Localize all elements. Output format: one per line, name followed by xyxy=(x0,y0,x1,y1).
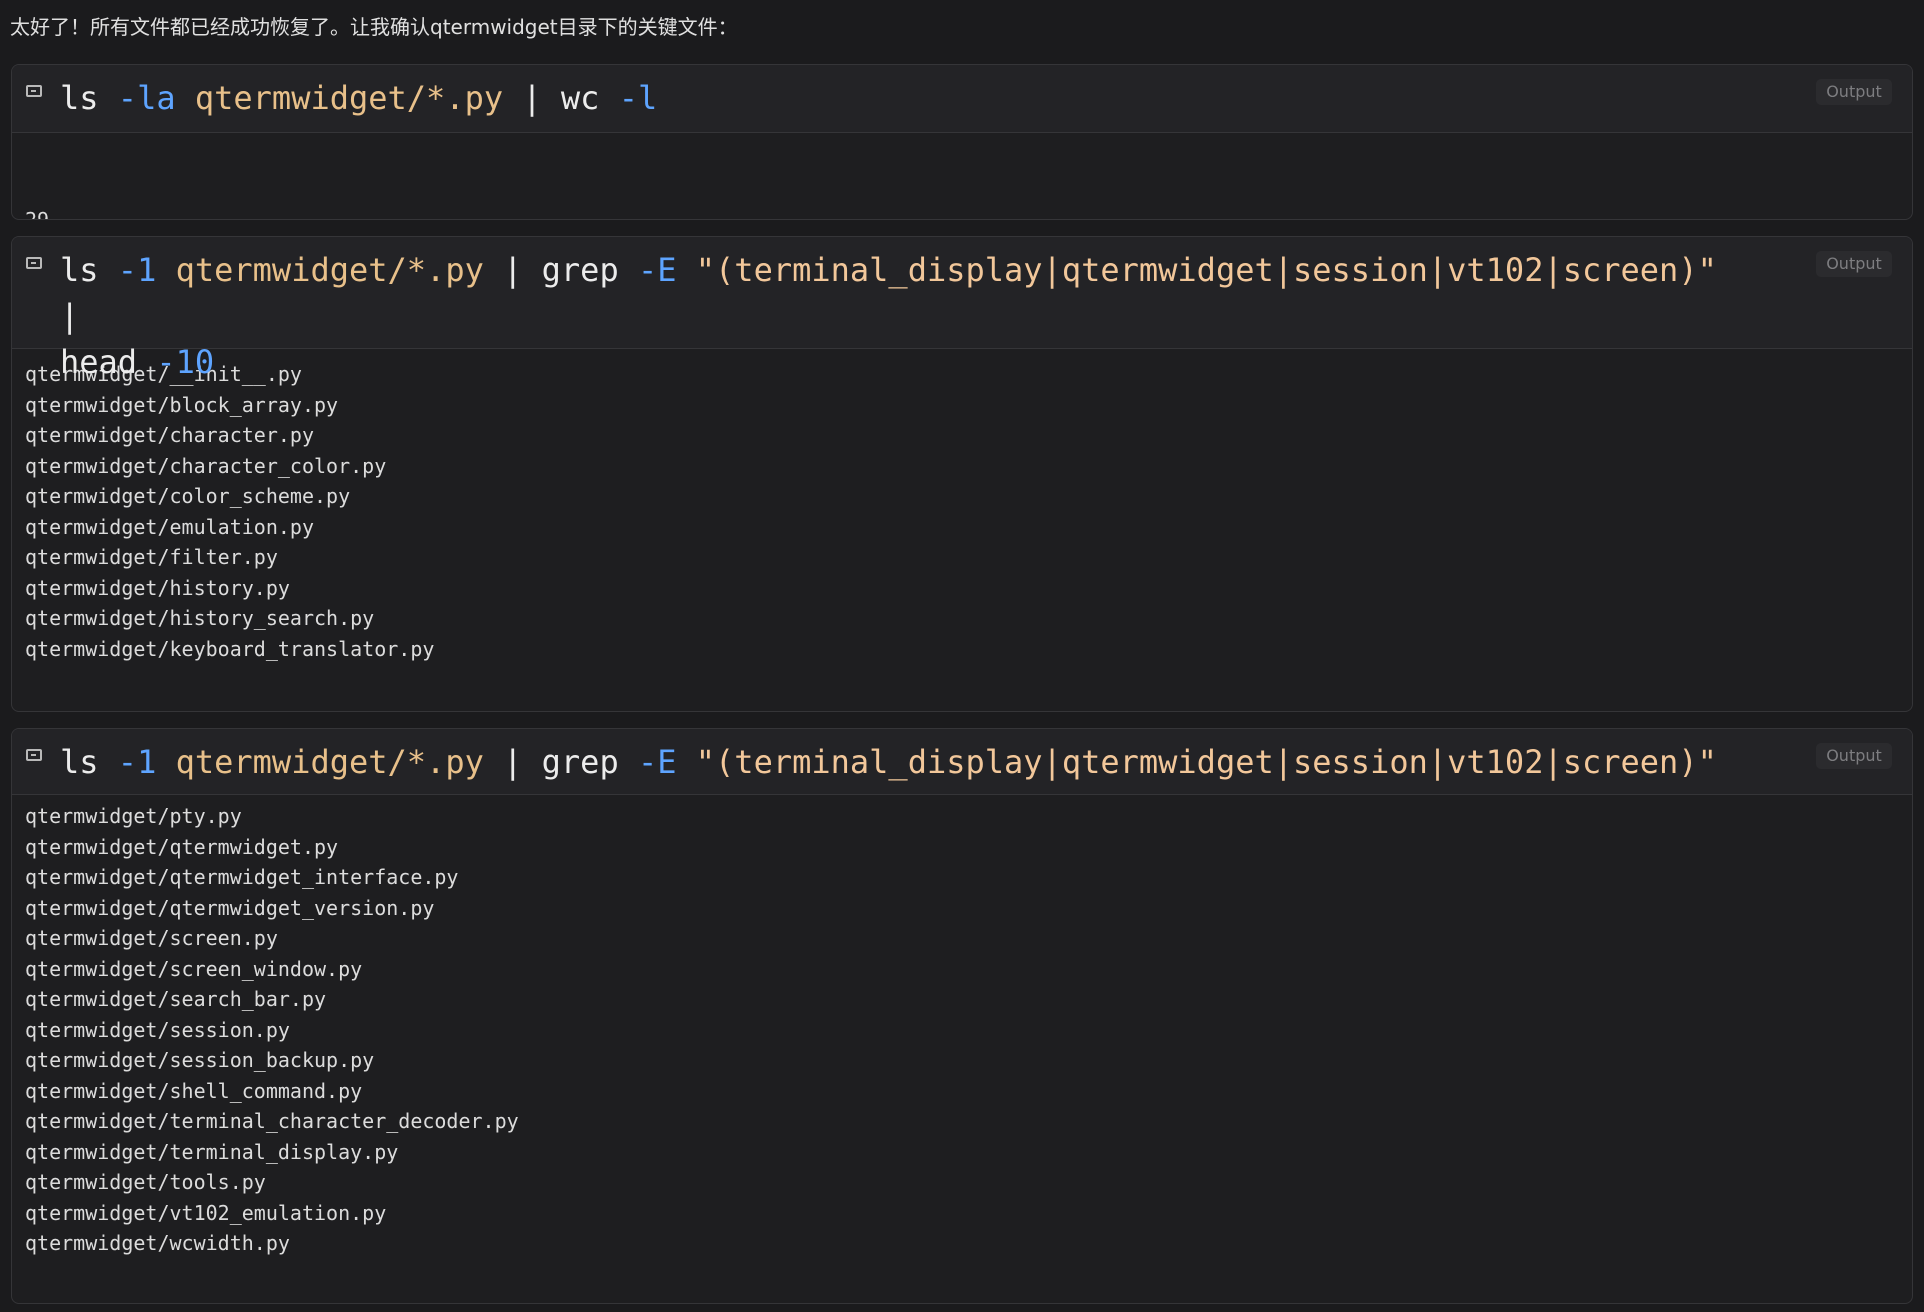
command-token: | xyxy=(503,251,523,289)
command-token: -la xyxy=(117,79,176,117)
output-line: qtermwidget/qtermwidget.py xyxy=(25,834,339,859)
command-token: qtermwidget/*.py xyxy=(175,743,484,781)
terminal-icon xyxy=(26,257,42,269)
command-token: -l xyxy=(618,79,658,117)
command-token: -E xyxy=(637,743,677,781)
output-line: qtermwidget/keyboard_translator.py xyxy=(25,636,435,661)
command-header: ls -la qtermwidget/*.py | wc -l Output xyxy=(12,65,1912,133)
command-token xyxy=(619,743,638,781)
output-line: qtermwidget/shell_command.py xyxy=(25,1078,363,1103)
output-line: qtermwidget/vt102_emulation.py xyxy=(25,1200,387,1225)
output-line: qtermwidget/filter.py xyxy=(25,545,278,569)
command-token xyxy=(522,743,541,781)
output-line: qtermwidget/pty.py xyxy=(25,804,242,828)
command-block-3: ls -1 qtermwidget/*.py | grep -E "(termi… xyxy=(11,728,1913,1304)
command-token xyxy=(484,251,503,289)
command-token: ls xyxy=(60,79,99,117)
output-line: qtermwidget/character.py xyxy=(25,423,314,447)
command-token: | xyxy=(503,743,523,781)
output-line: qtermwidget/tools.py xyxy=(25,1170,266,1194)
output-line: qtermwidget/history_search.py xyxy=(25,606,375,630)
command-token xyxy=(99,743,118,781)
command-token xyxy=(677,743,696,781)
output-line: qtermwidget/screen.py xyxy=(25,926,278,950)
command-token xyxy=(542,79,561,117)
command-token: -10 xyxy=(156,343,215,381)
command-output: qtermwidget/__init__.py qtermwidget/block… xyxy=(12,349,1912,664)
command-token: wc xyxy=(560,79,600,117)
command-token xyxy=(99,251,118,289)
command-token: qtermwidget/*.py xyxy=(175,251,484,289)
command-line[interactable]: ls -la qtermwidget/*.py | wc -l xyxy=(60,75,1742,121)
output-line: qtermwidget/color_scheme.py xyxy=(25,484,351,508)
command-line[interactable]: ls -1 qtermwidget/*.py | grep -E "(termi… xyxy=(60,247,1742,385)
command-token: -1 xyxy=(117,251,157,289)
terminal-icon xyxy=(26,749,42,761)
command-token: | xyxy=(522,79,542,117)
command-token xyxy=(1717,251,1736,289)
command-output: qtermwidget/pty.py qtermwidget/qtermwidge… xyxy=(12,795,1912,1259)
command-token xyxy=(677,251,696,289)
command-token: "(terminal_display|qtermwidget|session|v… xyxy=(695,743,1717,781)
command-token xyxy=(156,251,175,289)
command-token xyxy=(522,251,541,289)
output-line: qtermwidget/qtermwidget_version.py xyxy=(25,895,435,920)
assistant-message-text: 太好了！所有文件都已经成功恢复了。让我确认qtermwidget目录下的关键文件… xyxy=(10,15,738,39)
output-line: qtermwidget/qtermwidget_interface.py xyxy=(25,865,459,889)
output-line: qtermwidget/session.py xyxy=(25,1017,290,1042)
command-token xyxy=(156,743,175,781)
command-token: -E xyxy=(637,251,677,289)
output-badge[interactable]: Output xyxy=(1816,251,1892,277)
output-line: qtermwidget/emulation.py xyxy=(25,514,314,539)
command-token xyxy=(503,79,522,117)
output-line: qtermwidget/character_color.py xyxy=(25,453,387,478)
command-token: grep xyxy=(541,251,619,289)
command-token: "(terminal_display|qtermwidget|session|v… xyxy=(695,251,1717,289)
output-line: qtermwidget/session_backup.py xyxy=(25,1048,375,1072)
output-line: qtermwidget/search_bar.py xyxy=(25,987,327,1011)
output-line: qtermwidget/terminal_character_decoder.p… xyxy=(25,1109,519,1133)
command-token xyxy=(99,79,118,117)
command-header: ls -1 qtermwidget/*.py | grep -E "(termi… xyxy=(12,237,1912,381)
output-line: 29 xyxy=(25,208,50,220)
command-token: ls xyxy=(60,743,99,781)
command-line[interactable]: ls -1 qtermwidget/*.py | grep -E "(termi… xyxy=(60,739,1742,785)
command-block-2: ls -1 qtermwidget/*.py | grep -E "(termi… xyxy=(11,236,1913,712)
output-line: qtermwidget/terminal_display.py xyxy=(25,1139,399,1164)
command-token xyxy=(599,79,618,117)
command-token: | xyxy=(60,297,80,335)
command-token: grep xyxy=(541,743,619,781)
command-token: ls xyxy=(60,251,99,289)
output-line: qtermwidget/wcwidth.py xyxy=(25,1231,290,1255)
command-token: -1 xyxy=(117,743,157,781)
terminal-icon xyxy=(26,85,42,97)
command-block-1: ls -la qtermwidget/*.py | wc -l Output 2… xyxy=(11,64,1913,220)
command-token xyxy=(176,79,195,117)
command-token xyxy=(619,251,638,289)
output-line: qtermwidget/history.py xyxy=(25,575,290,600)
command-token xyxy=(137,343,156,381)
command-token xyxy=(484,743,503,781)
command-token: qtermwidget/*.py xyxy=(194,79,504,117)
output-line: qtermwidget/block_array.py xyxy=(25,392,339,417)
output-badge[interactable]: Output xyxy=(1816,743,1892,769)
command-output: 29 xyxy=(12,133,1912,220)
output-line: qtermwidget/screen_window.py xyxy=(25,956,363,981)
command-header: ls -1 qtermwidget/*.py | grep -E "(termi… xyxy=(12,729,1912,795)
command-token: head xyxy=(60,343,138,381)
output-badge[interactable]: Output xyxy=(1816,79,1892,105)
